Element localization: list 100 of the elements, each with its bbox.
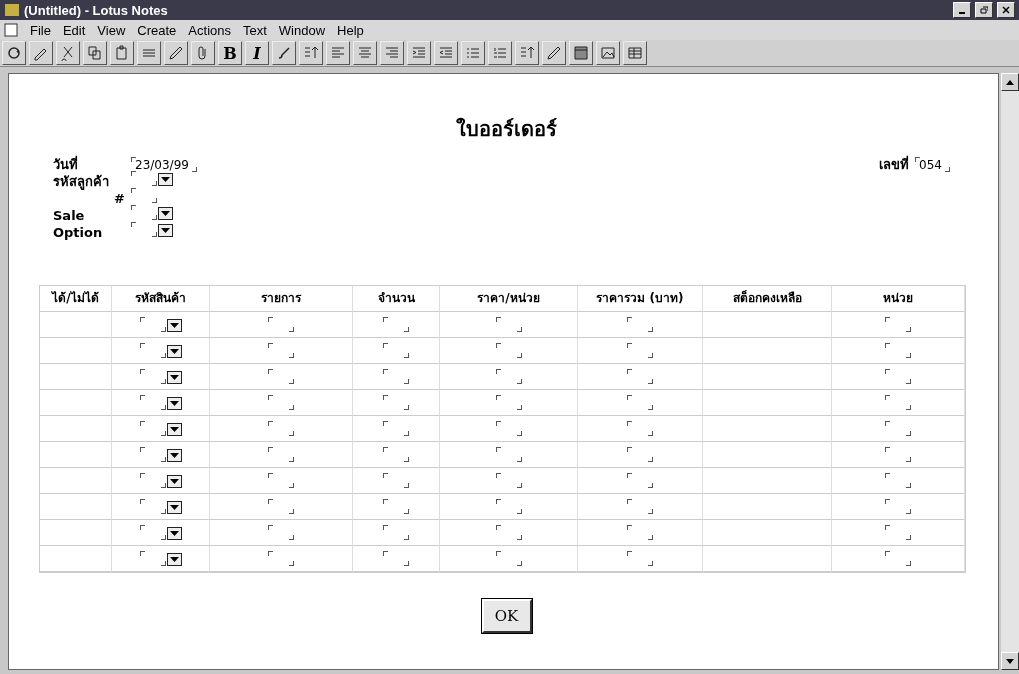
input-field[interactable] — [268, 447, 294, 462]
menu-item[interactable]: Edit — [62, 22, 86, 38]
input-field[interactable] — [383, 473, 409, 488]
dropdown-button[interactable] — [166, 475, 182, 488]
input-field[interactable] — [383, 421, 409, 436]
dropdown-button[interactable] — [158, 173, 173, 186]
input-field[interactable] — [383, 499, 409, 514]
menu-item[interactable]: View — [97, 22, 126, 38]
input-field[interactable] — [268, 317, 294, 332]
toolbar-button[interactable] — [488, 41, 512, 65]
input-field[interactable] — [627, 447, 653, 462]
input-field[interactable] — [139, 343, 166, 358]
input-field[interactable] — [139, 525, 166, 540]
dropdown-button[interactable] — [166, 345, 182, 358]
input-field[interactable] — [383, 369, 409, 384]
input-field[interactable] — [383, 525, 409, 540]
input-field[interactable] — [268, 525, 294, 540]
input-field[interactable] — [131, 222, 157, 237]
dropdown-button[interactable] — [158, 224, 173, 237]
input-field[interactable] — [495, 369, 522, 384]
input-field[interactable] — [627, 421, 653, 436]
menu-item[interactable]: File — [30, 22, 51, 38]
input-field[interactable] — [139, 395, 166, 410]
input-field[interactable] — [268, 421, 294, 436]
input-field[interactable]: 23/03/99 — [131, 157, 197, 172]
scrollbar[interactable] — [1001, 73, 1019, 670]
dropdown-button[interactable] — [166, 553, 182, 566]
input-field[interactable] — [383, 317, 409, 332]
input-field[interactable] — [131, 188, 157, 203]
input-field[interactable] — [627, 473, 653, 488]
format-button[interactable]: B — [218, 41, 242, 65]
input-field[interactable] — [885, 395, 911, 410]
input-field[interactable] — [268, 395, 294, 410]
input-field[interactable] — [139, 499, 166, 514]
input-field[interactable] — [139, 551, 166, 566]
input-field[interactable] — [495, 473, 522, 488]
input-field[interactable] — [495, 343, 522, 358]
toolbar-button[interactable] — [2, 41, 26, 65]
input-field[interactable] — [139, 421, 166, 436]
toolbar-button[interactable] — [272, 41, 296, 65]
input-field[interactable] — [131, 205, 157, 220]
input-field[interactable] — [131, 171, 157, 186]
dropdown-button[interactable] — [166, 423, 182, 436]
input-field[interactable] — [885, 551, 911, 566]
dropdown-button[interactable] — [166, 527, 182, 540]
menu-item[interactable]: Create — [137, 22, 177, 38]
input-field[interactable] — [627, 369, 653, 384]
input-field[interactable] — [885, 473, 911, 488]
toolbar-button[interactable] — [326, 41, 350, 65]
input-field[interactable] — [495, 499, 522, 514]
scroll-up-button[interactable] — [1001, 73, 1019, 91]
input-field[interactable] — [139, 317, 166, 332]
toolbar-button[interactable] — [569, 41, 593, 65]
scroll-down-button[interactable] — [1001, 652, 1019, 670]
input-field[interactable] — [627, 551, 653, 566]
input-field[interactable] — [268, 499, 294, 514]
dropdown-button[interactable] — [166, 397, 182, 410]
dropdown-button[interactable] — [158, 207, 173, 220]
input-field[interactable] — [495, 317, 522, 332]
toolbar-button[interactable] — [191, 41, 215, 65]
dropdown-button[interactable] — [166, 319, 182, 332]
input-field[interactable] — [885, 343, 911, 358]
input-field[interactable] — [268, 369, 294, 384]
input-field[interactable] — [383, 551, 409, 566]
input-field[interactable] — [383, 447, 409, 462]
toolbar-button[interactable] — [434, 41, 458, 65]
input-field[interactable] — [383, 343, 409, 358]
input-field[interactable] — [885, 499, 911, 514]
dropdown-button[interactable] — [166, 501, 182, 514]
input-field[interactable] — [627, 395, 653, 410]
toolbar-button[interactable] — [56, 41, 80, 65]
input-field[interactable] — [495, 525, 522, 540]
input-field[interactable] — [885, 525, 911, 540]
dropdown-button[interactable] — [166, 449, 182, 462]
input-field[interactable]: 054 — [915, 157, 950, 172]
menu-item[interactable]: Actions — [188, 22, 231, 38]
minimize-button[interactable] — [953, 2, 971, 18]
toolbar-button[interactable] — [83, 41, 107, 65]
input-field[interactable] — [885, 421, 911, 436]
toolbar-button[interactable] — [596, 41, 620, 65]
menu-item[interactable]: Help — [337, 22, 364, 38]
input-field[interactable] — [885, 317, 911, 332]
input-field[interactable] — [268, 551, 294, 566]
dropdown-button[interactable] — [166, 371, 182, 384]
close-button[interactable] — [997, 2, 1015, 18]
input-field[interactable] — [495, 447, 522, 462]
input-field[interactable] — [139, 369, 166, 384]
ok-button[interactable]: OK — [481, 599, 532, 633]
toolbar-button[interactable] — [461, 41, 485, 65]
input-field[interactable] — [885, 369, 911, 384]
input-field[interactable] — [268, 343, 294, 358]
input-field[interactable] — [627, 499, 653, 514]
input-field[interactable] — [495, 395, 522, 410]
restore-button[interactable] — [975, 2, 993, 18]
menu-item[interactable]: Window — [278, 22, 326, 38]
toolbar-button[interactable] — [353, 41, 377, 65]
input-field[interactable] — [139, 447, 166, 462]
toolbar-button[interactable] — [380, 41, 404, 65]
toolbar-button[interactable] — [623, 41, 647, 65]
toolbar-button[interactable] — [407, 41, 431, 65]
